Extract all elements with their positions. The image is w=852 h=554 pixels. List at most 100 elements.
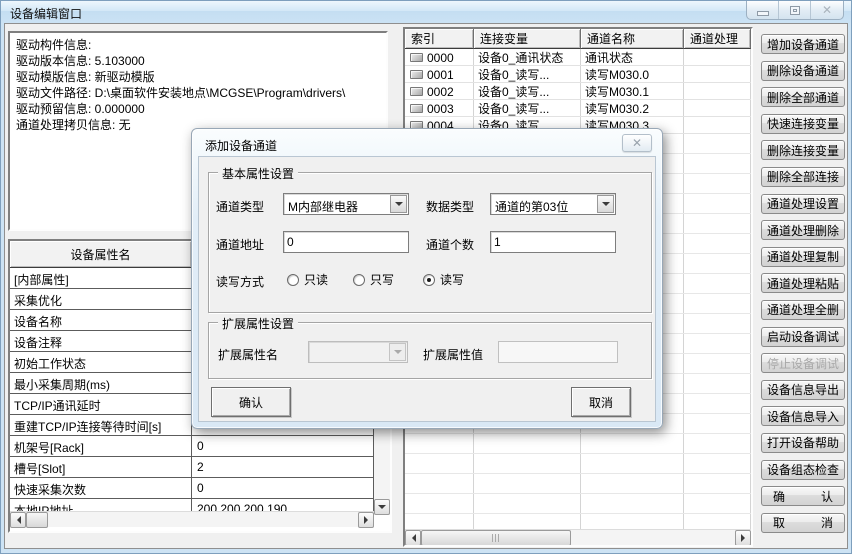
scroll-right-button[interactable]	[358, 512, 374, 528]
channel-process-cell	[684, 49, 751, 65]
action-button[interactable]: 设备组态检查	[761, 460, 845, 480]
rw-option[interactable]: 读写	[423, 271, 464, 288]
chevron-down-icon	[395, 202, 403, 210]
rw-option[interactable]: 只写	[353, 271, 394, 288]
channel-index: 0000	[427, 51, 454, 65]
extended-settings-label: 扩展属性设置	[218, 315, 298, 332]
property-row[interactable]: 槽号[Slot]2	[10, 457, 374, 478]
channel-column-header[interactable]: 通道处理	[684, 29, 751, 49]
property-name-cell: 设备名称	[10, 310, 192, 330]
caption-buttons: ✕	[746, 1, 844, 20]
property-name-cell: 快速采集次数	[10, 478, 192, 498]
hscroll-thumb[interactable]	[26, 512, 48, 528]
empty-cell	[684, 454, 751, 473]
property-row[interactable]: 机架号[Rack]0	[10, 436, 374, 457]
action-button[interactable]: 增加设备通道	[761, 34, 845, 54]
action-button[interactable]: 取 消	[761, 513, 845, 533]
action-button[interactable]: 通道处理删除	[761, 220, 845, 240]
channel-variable-cell: 设备0_读写...	[474, 66, 581, 82]
action-button[interactable]: 删除全部通道	[761, 87, 845, 107]
close-button[interactable]: ✕	[811, 1, 843, 19]
channel-row-empty[interactable]	[405, 474, 751, 494]
empty-cell	[474, 514, 581, 529]
chip-icon	[410, 104, 423, 113]
dropdown-button[interactable]	[597, 195, 614, 213]
empty-cell	[684, 434, 751, 453]
restore-icon	[790, 6, 800, 15]
scroll-left-button[interactable]	[405, 530, 421, 546]
action-button[interactable]: 通道处理全删	[761, 300, 845, 320]
rw-option[interactable]: 只读	[287, 271, 328, 288]
radio-icon	[287, 274, 299, 286]
channel-row-empty[interactable]	[405, 434, 751, 454]
cancel-button[interactable]: 取消	[571, 387, 631, 417]
dropdown-button[interactable]	[390, 195, 407, 213]
channel-row[interactable]: 0000设备0_通讯状态通讯状态	[405, 49, 751, 66]
action-button[interactable]: 设备信息导出	[761, 380, 845, 400]
rw-mode-label: 读写方式	[216, 273, 264, 290]
action-button[interactable]: 删除全部连接	[761, 167, 845, 187]
empty-cell	[684, 394, 751, 413]
empty-cell	[684, 214, 751, 233]
scroll-left-button[interactable]	[10, 512, 26, 528]
scroll-right-button[interactable]	[735, 530, 751, 546]
action-button[interactable]: 通道处理设置	[761, 194, 845, 214]
channel-hscrollbar[interactable]	[405, 529, 751, 545]
action-button[interactable]: 确 认	[761, 486, 845, 506]
empty-cell	[684, 294, 751, 313]
channel-column-header[interactable]: 连接变量	[474, 29, 581, 49]
scroll-down-button[interactable]	[374, 499, 390, 515]
property-hscrollbar[interactable]	[10, 511, 374, 527]
action-button[interactable]: 设备信息导入	[761, 406, 845, 426]
hscroll-thumb[interactable]	[421, 530, 571, 546]
driver-info-line: 驱动模版信息: 新驱动模版	[16, 69, 380, 85]
action-button[interactable]: 打开设备帮助	[761, 433, 845, 453]
empty-cell	[684, 474, 751, 493]
channel-type-combobox[interactable]: M内部继电器	[283, 193, 409, 215]
channel-process-cell	[684, 117, 751, 133]
ext-name-combobox	[308, 341, 408, 363]
confirm-button[interactable]: 确认	[211, 387, 291, 417]
chip-icon	[410, 87, 423, 96]
empty-cell	[405, 494, 474, 513]
action-button[interactable]: 删除设备通道	[761, 61, 845, 81]
channel-index-cell: 0001	[405, 66, 474, 82]
property-value-cell: 0	[192, 436, 374, 456]
restore-button[interactable]	[779, 1, 811, 19]
property-value-cell: 0	[192, 478, 374, 498]
channel-row-empty[interactable]	[405, 514, 751, 529]
rw-option-label: 只写	[370, 271, 394, 288]
empty-cell	[474, 454, 581, 473]
empty-cell	[474, 474, 581, 493]
property-row[interactable]: 快速采集次数0	[10, 478, 374, 499]
driver-info-line: 驱动版本信息: 5.103000	[16, 53, 380, 69]
channel-row-empty[interactable]	[405, 494, 751, 514]
channel-count-input[interactable]	[490, 231, 616, 253]
action-button[interactable]: 快速连接变量	[761, 114, 845, 134]
titlebar[interactable]: 设备编辑窗口 ✕	[1, 1, 851, 23]
channel-row[interactable]: 0001设备0_读写...读写M030.0	[405, 66, 751, 83]
empty-cell	[684, 494, 751, 513]
empty-cell	[684, 314, 751, 333]
action-button[interactable]: 启动设备调试	[761, 327, 845, 347]
data-type-combobox[interactable]: 通道的第03位	[490, 193, 616, 215]
channel-row[interactable]: 0003设备0_读写...读写M030.2	[405, 100, 751, 117]
channel-address-input[interactable]	[283, 231, 409, 253]
close-icon: ✕	[822, 4, 832, 16]
rw-option-label: 读写	[440, 271, 464, 288]
dialog-close-button[interactable]: ✕	[622, 134, 652, 152]
channel-column-header[interactable]: 索引	[405, 29, 474, 49]
empty-cell	[581, 494, 684, 513]
action-button[interactable]: 通道处理复制	[761, 247, 845, 267]
chevron-down-icon	[394, 350, 402, 358]
channel-row[interactable]: 0002设备0_读写...读写M030.1	[405, 83, 751, 100]
action-button[interactable]: 删除连接变量	[761, 140, 845, 160]
minimize-button[interactable]	[747, 1, 779, 19]
chip-icon	[410, 53, 423, 62]
ext-value-input	[498, 341, 618, 363]
arrow-down-icon	[378, 505, 386, 513]
radio-icon	[353, 274, 365, 286]
channel-column-header[interactable]: 通道名称	[581, 29, 684, 49]
action-button[interactable]: 通道处理粘贴	[761, 273, 845, 293]
channel-row-empty[interactable]	[405, 454, 751, 474]
